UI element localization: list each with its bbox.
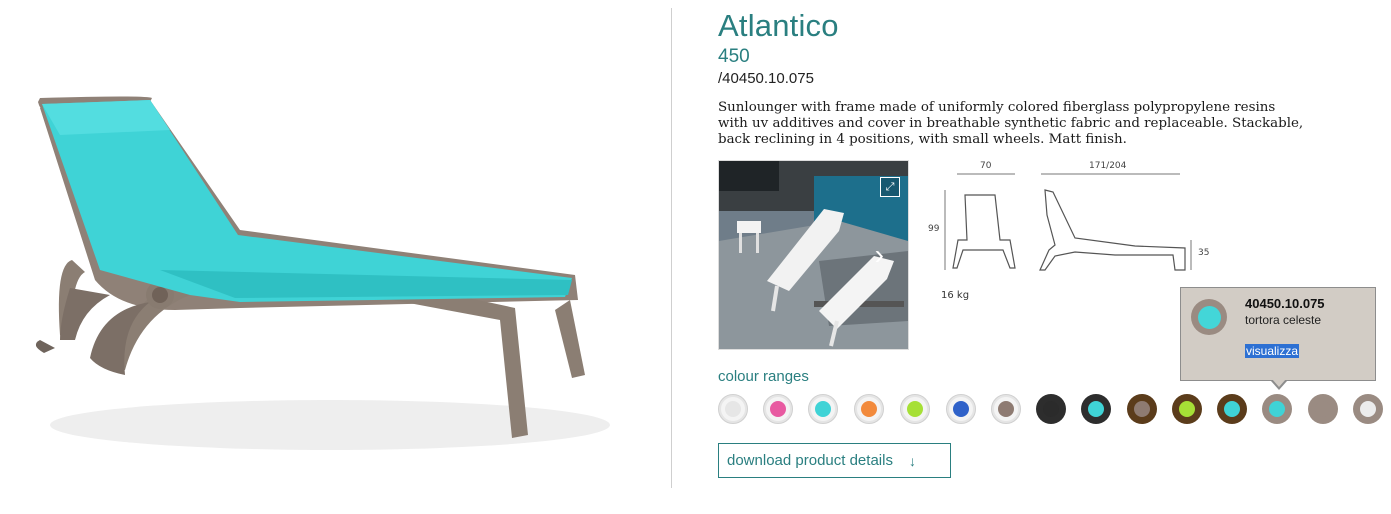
product-model: 450 xyxy=(718,46,750,67)
colour-swatch[interactable] xyxy=(763,394,793,424)
dimension-height: 99 xyxy=(928,224,940,234)
tooltip-pointer-fill xyxy=(1272,379,1286,387)
colour-swatch[interactable] xyxy=(718,394,748,424)
colour-swatch[interactable] xyxy=(946,394,976,424)
colour-swatch-fill xyxy=(907,401,923,417)
colour-swatch[interactable] xyxy=(1353,394,1383,424)
tooltip-view-link[interactable]: visualizza xyxy=(1245,344,1300,358)
expand-icon[interactable]: ⤢ xyxy=(880,177,900,197)
weight-label: 16 kg xyxy=(941,290,970,301)
colour-swatch-fill xyxy=(1315,401,1331,417)
colour-swatch[interactable] xyxy=(1081,394,1111,424)
colour-swatch-fill xyxy=(725,401,741,417)
download-label: download product details xyxy=(727,452,893,469)
colour-ranges-label: colour ranges xyxy=(718,368,809,385)
colour-swatch-fill xyxy=(1043,401,1059,417)
product-description: Sunlounger with frame made of uniformly … xyxy=(718,100,1304,147)
colour-swatch-fill xyxy=(998,401,1014,417)
tooltip-name: tortora celeste xyxy=(1245,313,1322,327)
product-code: /40450.10.075 xyxy=(718,70,814,87)
colour-swatch-fill xyxy=(953,401,969,417)
colour-tooltip: 40450.10.075 tortora celeste visualizza xyxy=(1180,287,1376,390)
dimension-seat-height: 35 xyxy=(1198,248,1210,258)
colour-swatch-fill xyxy=(815,401,831,417)
dimension-length: 171/204 xyxy=(1089,161,1127,171)
colour-swatch-fill xyxy=(770,401,786,417)
colour-swatch-fill xyxy=(1224,401,1240,417)
colour-swatch-fill xyxy=(1088,401,1104,417)
product-image xyxy=(35,96,610,450)
colour-swatch-fill xyxy=(861,401,877,417)
tooltip-code: 40450.10.075 xyxy=(1245,296,1325,311)
colour-swatch-fill xyxy=(1134,401,1150,417)
product-title: Atlantico xyxy=(718,8,839,43)
colour-swatch-fill xyxy=(1179,401,1195,417)
colour-swatch[interactable] xyxy=(1308,394,1338,424)
colour-swatch[interactable] xyxy=(808,394,838,424)
download-button[interactable]: download product details ↓ xyxy=(718,443,951,478)
dimension-diagram xyxy=(944,173,1192,271)
gallery-photo[interactable]: ⤢ › xyxy=(718,160,909,350)
colour-swatch-fill xyxy=(1360,401,1376,417)
colour-swatch[interactable] xyxy=(900,394,930,424)
colour-swatch[interactable] xyxy=(1036,394,1066,424)
chevron-right-icon[interactable]: › xyxy=(875,241,884,269)
colour-swatch[interactable] xyxy=(1262,394,1292,424)
colour-swatch-fill xyxy=(1269,401,1285,417)
colour-swatch[interactable] xyxy=(1127,394,1157,424)
colour-swatch[interactable] xyxy=(1172,394,1202,424)
arrow-down-icon: ↓ xyxy=(908,452,916,469)
colour-swatch[interactable] xyxy=(1217,394,1247,424)
tooltip-swatch xyxy=(1191,299,1227,335)
colour-swatch[interactable] xyxy=(991,394,1021,424)
dimension-width: 70 xyxy=(980,161,992,171)
colour-swatch[interactable] xyxy=(854,394,884,424)
vertical-divider xyxy=(671,8,672,488)
